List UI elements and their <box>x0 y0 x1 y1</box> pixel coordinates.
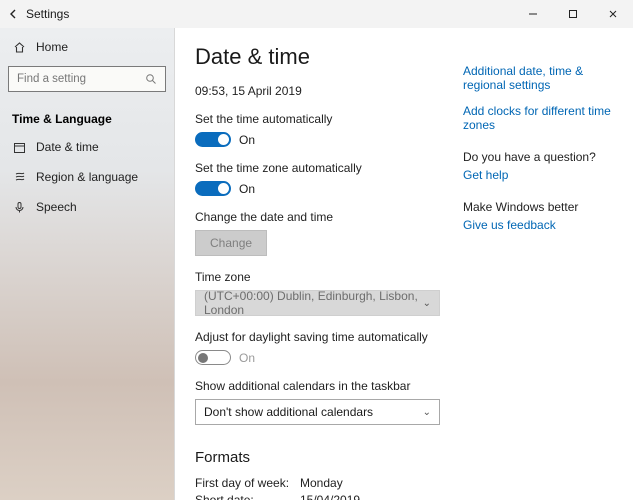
related-link-clocks[interactable]: Add clocks for different time zones <box>463 104 621 132</box>
search-icon <box>145 73 157 85</box>
toggle-state: On <box>239 351 255 365</box>
auto-time-toggle[interactable]: On <box>195 132 453 147</box>
sidebar-home[interactable]: Home <box>0 32 174 62</box>
dst-toggle: On <box>195 350 453 365</box>
main-content: Date & time 09:53, 15 April 2019 Set the… <box>175 28 463 500</box>
window-title: Settings <box>26 7 69 21</box>
related-link-regional[interactable]: Additional date, time & regional setting… <box>463 64 621 92</box>
format-key: First day of week: <box>195 476 300 490</box>
format-val: Monday <box>300 476 343 490</box>
chevron-down-icon: ⌄ <box>423 298 431 309</box>
change-button: Change <box>195 230 267 256</box>
formats-list: First day of week:Monday Short date:15/0… <box>195 476 453 500</box>
change-dt-label: Change the date and time <box>195 210 453 224</box>
tz-value: (UTC+00:00) Dublin, Edinburgh, Lisbon, L… <box>204 289 423 317</box>
sidebar-home-label: Home <box>36 40 68 54</box>
sidebar-section-header: Time & Language <box>0 102 174 132</box>
addcal-label: Show additional calendars in the taskbar <box>195 379 453 393</box>
format-key: Short date: <box>195 493 300 500</box>
help-label: Do you have a question? <box>463 150 621 164</box>
close-button[interactable] <box>593 0 633 28</box>
chevron-down-icon: ⌄ <box>423 407 431 418</box>
help-link[interactable]: Get help <box>463 168 621 182</box>
search-input[interactable]: Find a setting <box>8 66 166 92</box>
titlebar: Settings <box>0 0 633 28</box>
tz-select: (UTC+00:00) Dublin, Edinburgh, Lisbon, L… <box>195 290 440 316</box>
format-val: 15/04/2019 <box>300 493 360 500</box>
auto-tz-toggle[interactable]: On <box>195 181 453 196</box>
addcal-select[interactable]: Don't show additional calendars ⌄ <box>195 399 440 425</box>
sidebar-item-date-time[interactable]: Date & time <box>0 132 174 162</box>
sidebar-item-label: Speech <box>36 200 77 214</box>
sidebar: Home Find a setting Time & Language Date… <box>0 28 175 500</box>
toggle-state: On <box>239 133 255 147</box>
feedback-label: Make Windows better <box>463 200 621 214</box>
related-links: Additional date, time & regional setting… <box>463 28 633 500</box>
tz-label: Time zone <box>195 270 453 284</box>
auto-time-label: Set the time automatically <box>195 112 453 126</box>
sidebar-item-label: Date & time <box>36 140 99 154</box>
feedback-link[interactable]: Give us feedback <box>463 218 621 232</box>
microphone-icon <box>12 201 26 214</box>
dst-label: Adjust for daylight saving time automati… <box>195 330 453 344</box>
maximize-button[interactable] <box>553 0 593 28</box>
sidebar-item-label: Region & language <box>36 170 138 184</box>
toggle-state: On <box>239 182 255 196</box>
auto-tz-label: Set the time zone automatically <box>195 161 453 175</box>
home-icon <box>12 41 26 54</box>
minimize-button[interactable] <box>513 0 553 28</box>
addcal-value: Don't show additional calendars <box>204 405 373 419</box>
sidebar-item-region[interactable]: Region & language <box>0 162 174 192</box>
globe-icon <box>12 171 26 184</box>
back-icon[interactable] <box>8 8 20 20</box>
sidebar-item-speech[interactable]: Speech <box>0 192 174 222</box>
search-placeholder: Find a setting <box>17 73 86 85</box>
formats-heading: Formats <box>195 449 453 466</box>
current-time: 09:53, 15 April 2019 <box>195 84 453 98</box>
page-title: Date & time <box>195 44 453 70</box>
calendar-icon <box>12 141 26 154</box>
